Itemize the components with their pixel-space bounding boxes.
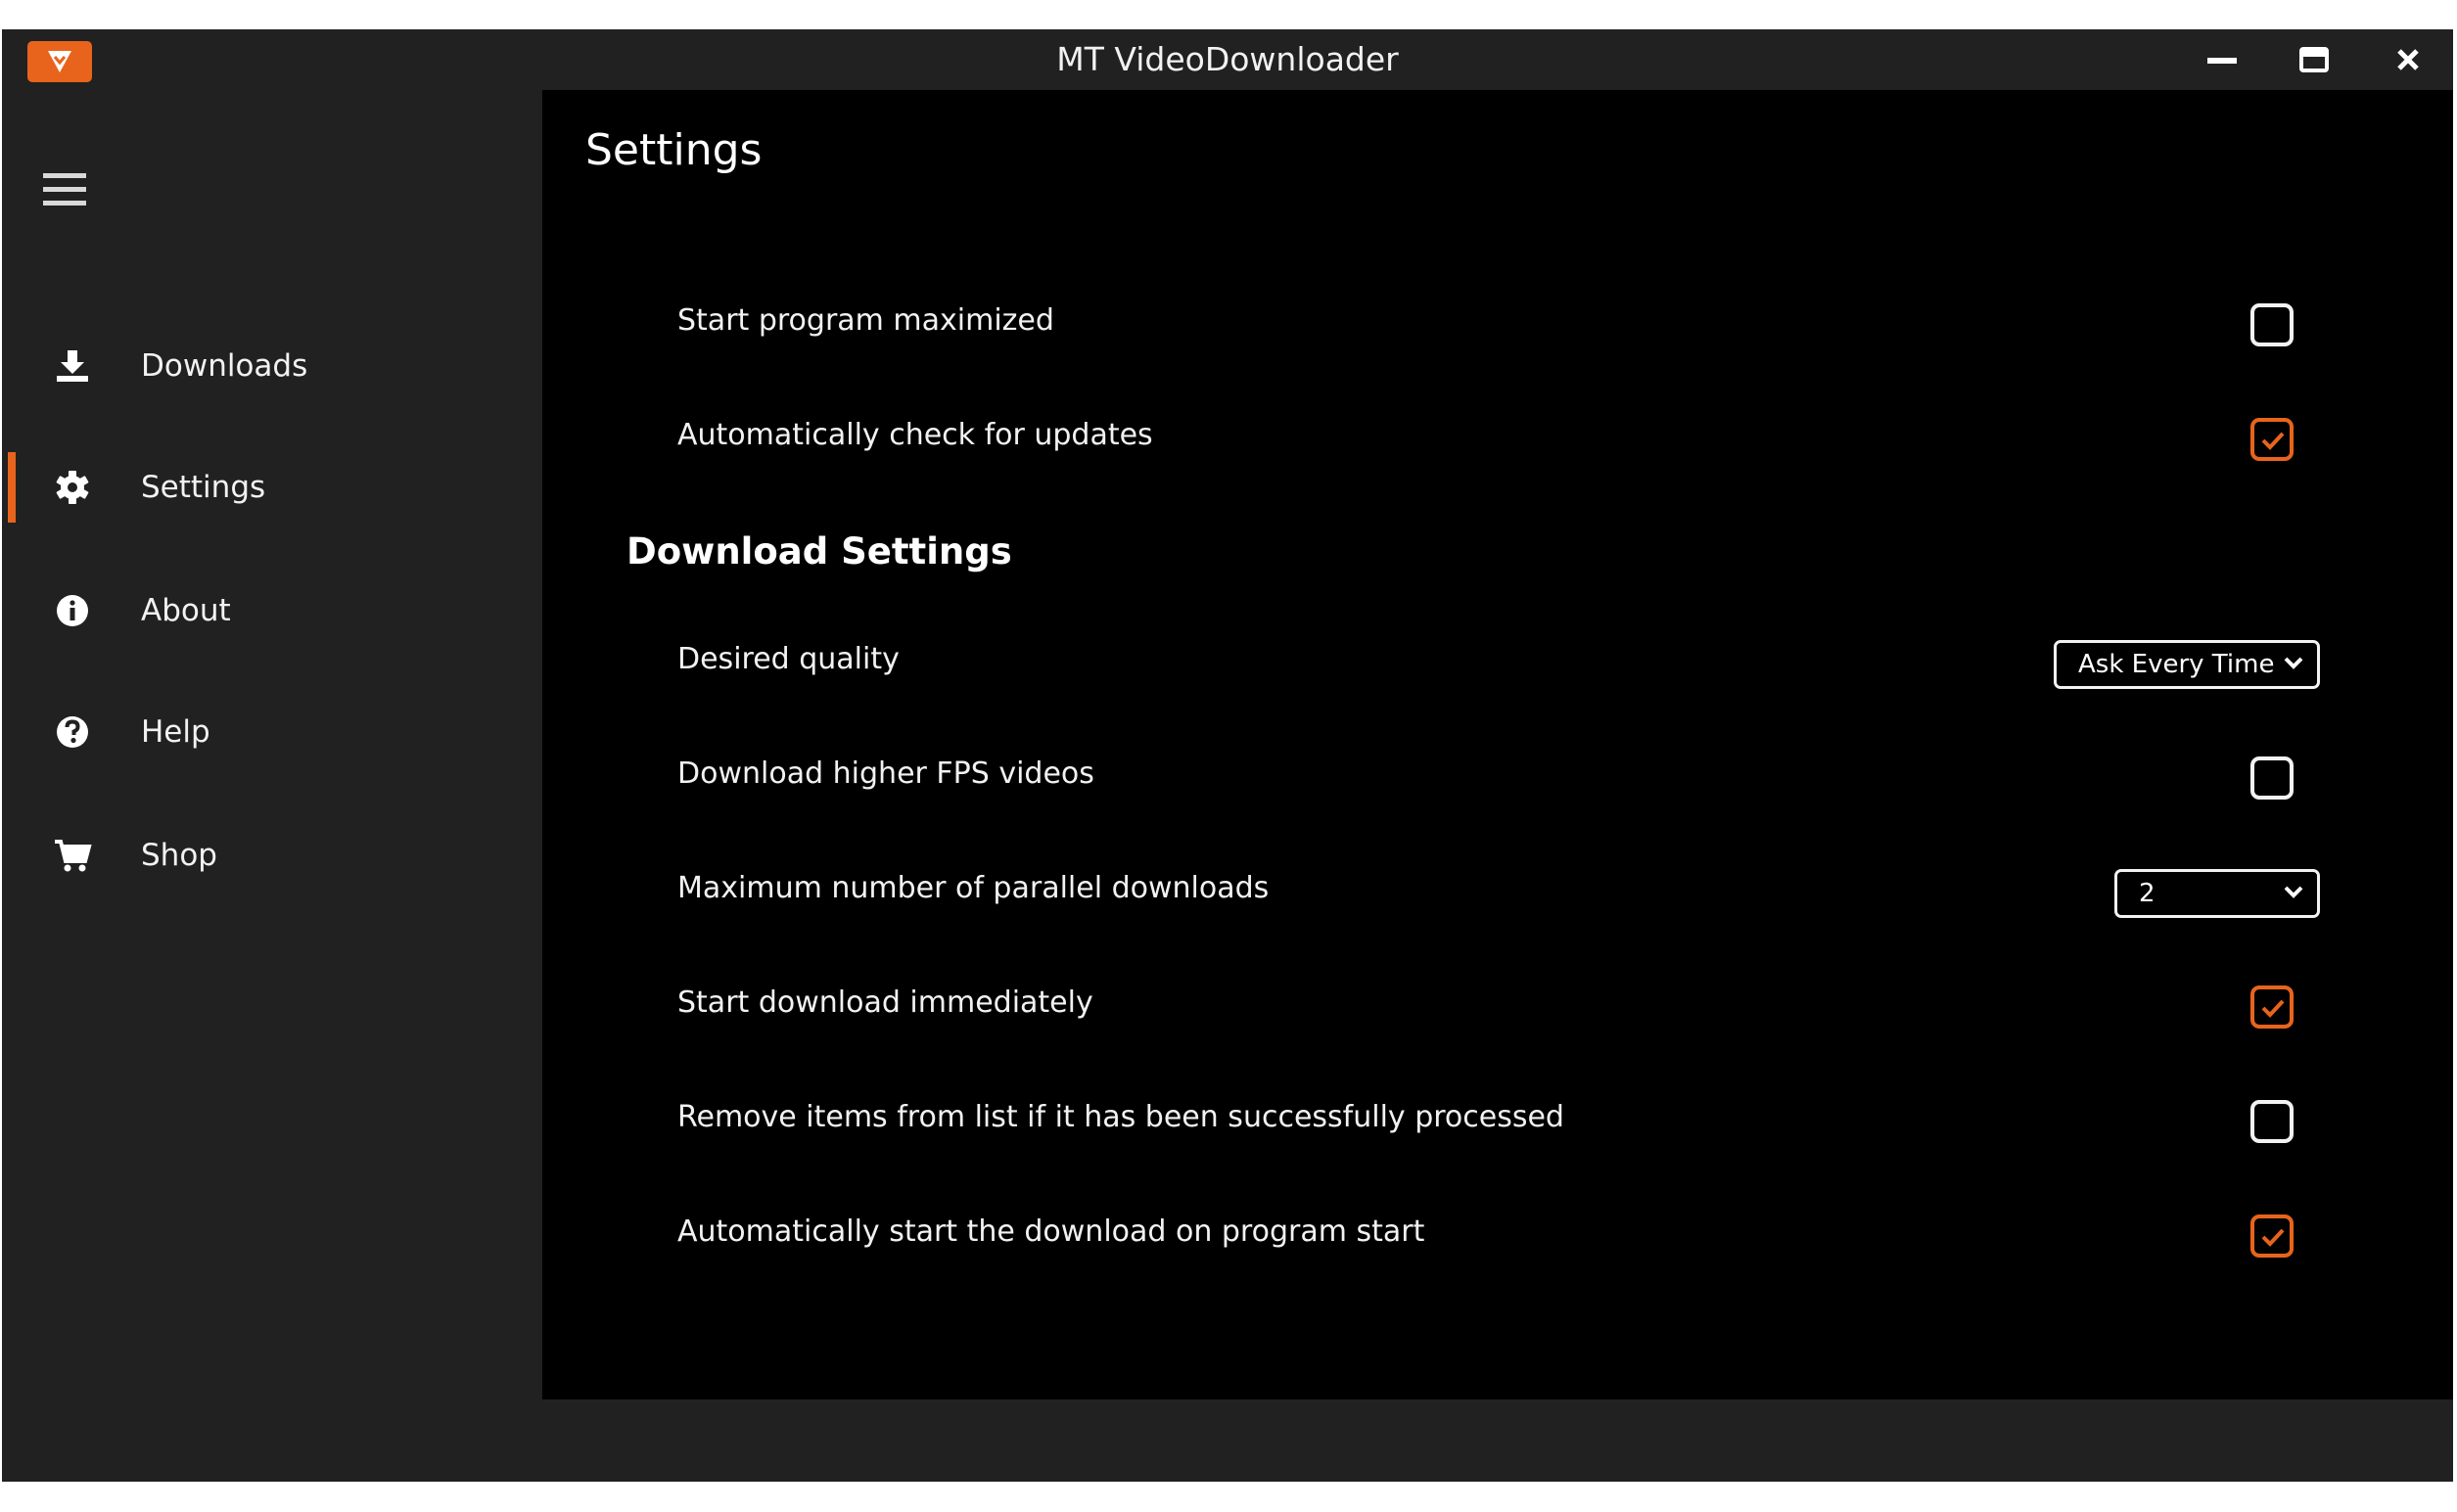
checkmark-icon [2261,1228,2285,1247]
chevron-down-icon [2284,886,2303,898]
checkmark-icon [2261,432,2285,450]
remove-processed-checkbox[interactable] [2250,1100,2294,1143]
sidebar-item-about[interactable]: About [2,572,542,650]
hamburger-menu-button[interactable] [43,170,86,209]
sidebar: Downloads Settings About Help Shop [2,90,542,1425]
app-window: MT VideoDownloader Downloads Settings Ab… [2,29,2453,1482]
checkmark-icon [2261,999,2285,1018]
settings-panel: Settings Start program maximized Automat… [542,90,2453,1399]
title-bar: MT VideoDownloader [2,29,2453,90]
start-maximized-checkbox[interactable] [2250,303,2294,346]
download-icon [57,350,88,382]
status-bar [542,1399,2453,1482]
sidebar-item-label: Help [141,714,210,750]
desired-quality-value: Ask Every Time [2078,650,2275,679]
maximize-icon [2299,47,2329,72]
hamburger-icon [43,173,86,206]
autostart-label: Automatically start the download on prog… [677,1214,1425,1249]
active-indicator [8,452,16,523]
sidebar-item-settings[interactable]: Settings [2,448,542,527]
sidebar-item-label: Downloads [141,348,308,384]
desired-quality-select[interactable]: Ask Every Time [2054,640,2320,689]
info-icon [57,595,88,626]
sidebar-item-shop[interactable]: Shop [2,816,542,894]
sidebar-item-label: Shop [141,838,217,873]
start-maximized-label: Start program maximized [677,303,1054,338]
remove-processed-label: Remove items from list if it has been su… [677,1100,1564,1134]
check-updates-label: Automatically check for updates [677,418,1153,452]
sidebar-item-label: Settings [141,470,266,505]
start-immediately-checkbox[interactable] [2250,985,2294,1029]
parallel-downloads-select[interactable]: 2 [2114,869,2320,918]
parallel-downloads-label: Maximum number of parallel downloads [677,871,1270,905]
chevron-down-icon [2284,657,2303,669]
higher-fps-checkbox[interactable] [2250,756,2294,800]
start-immediately-label: Start download immediately [677,985,1093,1020]
download-settings-heading: Download Settings [626,530,1012,573]
question-icon [57,716,88,748]
close-icon [2397,49,2419,70]
maximize-button[interactable] [2275,35,2353,84]
sidebar-item-help[interactable]: Help [2,693,542,771]
gear-icon [56,471,89,504]
minimize-button[interactable] [2183,35,2261,84]
window-title: MT VideoDownloader [1056,40,1399,78]
higher-fps-label: Download higher FPS videos [677,756,1094,791]
close-button[interactable] [2369,35,2447,84]
sidebar-item-downloads[interactable]: Downloads [2,327,542,405]
minimize-icon [2207,58,2237,64]
check-updates-checkbox[interactable] [2250,418,2294,461]
desired-quality-label: Desired quality [677,642,900,676]
cart-icon [55,840,92,872]
sidebar-item-label: About [141,593,231,628]
page-title: Settings [585,125,763,175]
parallel-downloads-value: 2 [2139,879,2156,908]
autostart-checkbox[interactable] [2250,1214,2294,1258]
